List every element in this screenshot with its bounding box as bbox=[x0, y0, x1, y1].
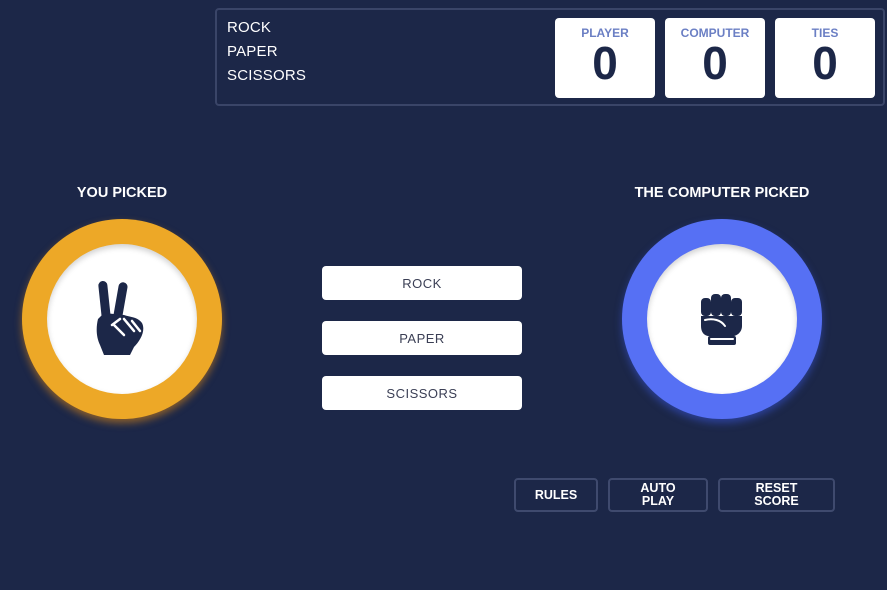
peace-hand-icon bbox=[96, 281, 144, 355]
player-pick-title: YOU PICKED bbox=[76, 185, 168, 201]
title-word-paper: PAPER bbox=[227, 43, 278, 60]
computer-score-value: 0 bbox=[702, 37, 728, 89]
rules-label: RULES bbox=[534, 487, 578, 502]
player-choice-ring bbox=[22, 219, 222, 419]
game-title: ROCK PAPER SCISSORS bbox=[227, 16, 306, 88]
scissors-button[interactable]: SCISSORS bbox=[322, 376, 522, 410]
player-score-box: PLAYER 0 bbox=[555, 18, 655, 98]
scoreboard-header: ROCK PAPER SCISSORS PLAYER 0 COMPUTER 0 … bbox=[215, 8, 885, 106]
paper-button[interactable]: PAPER bbox=[322, 321, 522, 355]
reset-score-label-line2: SCORE bbox=[754, 494, 799, 508]
computer-score-box: COMPUTER 0 bbox=[665, 18, 765, 98]
player-choice-circle bbox=[47, 244, 197, 394]
fist-icon bbox=[701, 294, 742, 345]
reset-score-button[interactable]: RESET SCORE bbox=[718, 478, 835, 512]
ties-score-value: 0 bbox=[812, 37, 838, 89]
player-score-value: 0 bbox=[592, 37, 618, 89]
auto-play-button[interactable]: AUTO PLAY bbox=[608, 478, 708, 512]
computer-choice-ring bbox=[622, 219, 822, 419]
title-word-scissors: SCISSORS bbox=[227, 67, 307, 84]
title-word-rock: ROCK bbox=[227, 19, 272, 36]
ties-score-box: TIES 0 bbox=[775, 18, 875, 98]
rules-button[interactable]: RULES bbox=[514, 478, 598, 512]
computer-choice-circle bbox=[647, 244, 797, 394]
auto-play-label-line2: PLAY bbox=[641, 494, 675, 508]
computer-pick-title: THE COMPUTER PICKED bbox=[634, 185, 810, 201]
rock-button[interactable]: ROCK bbox=[322, 266, 522, 300]
